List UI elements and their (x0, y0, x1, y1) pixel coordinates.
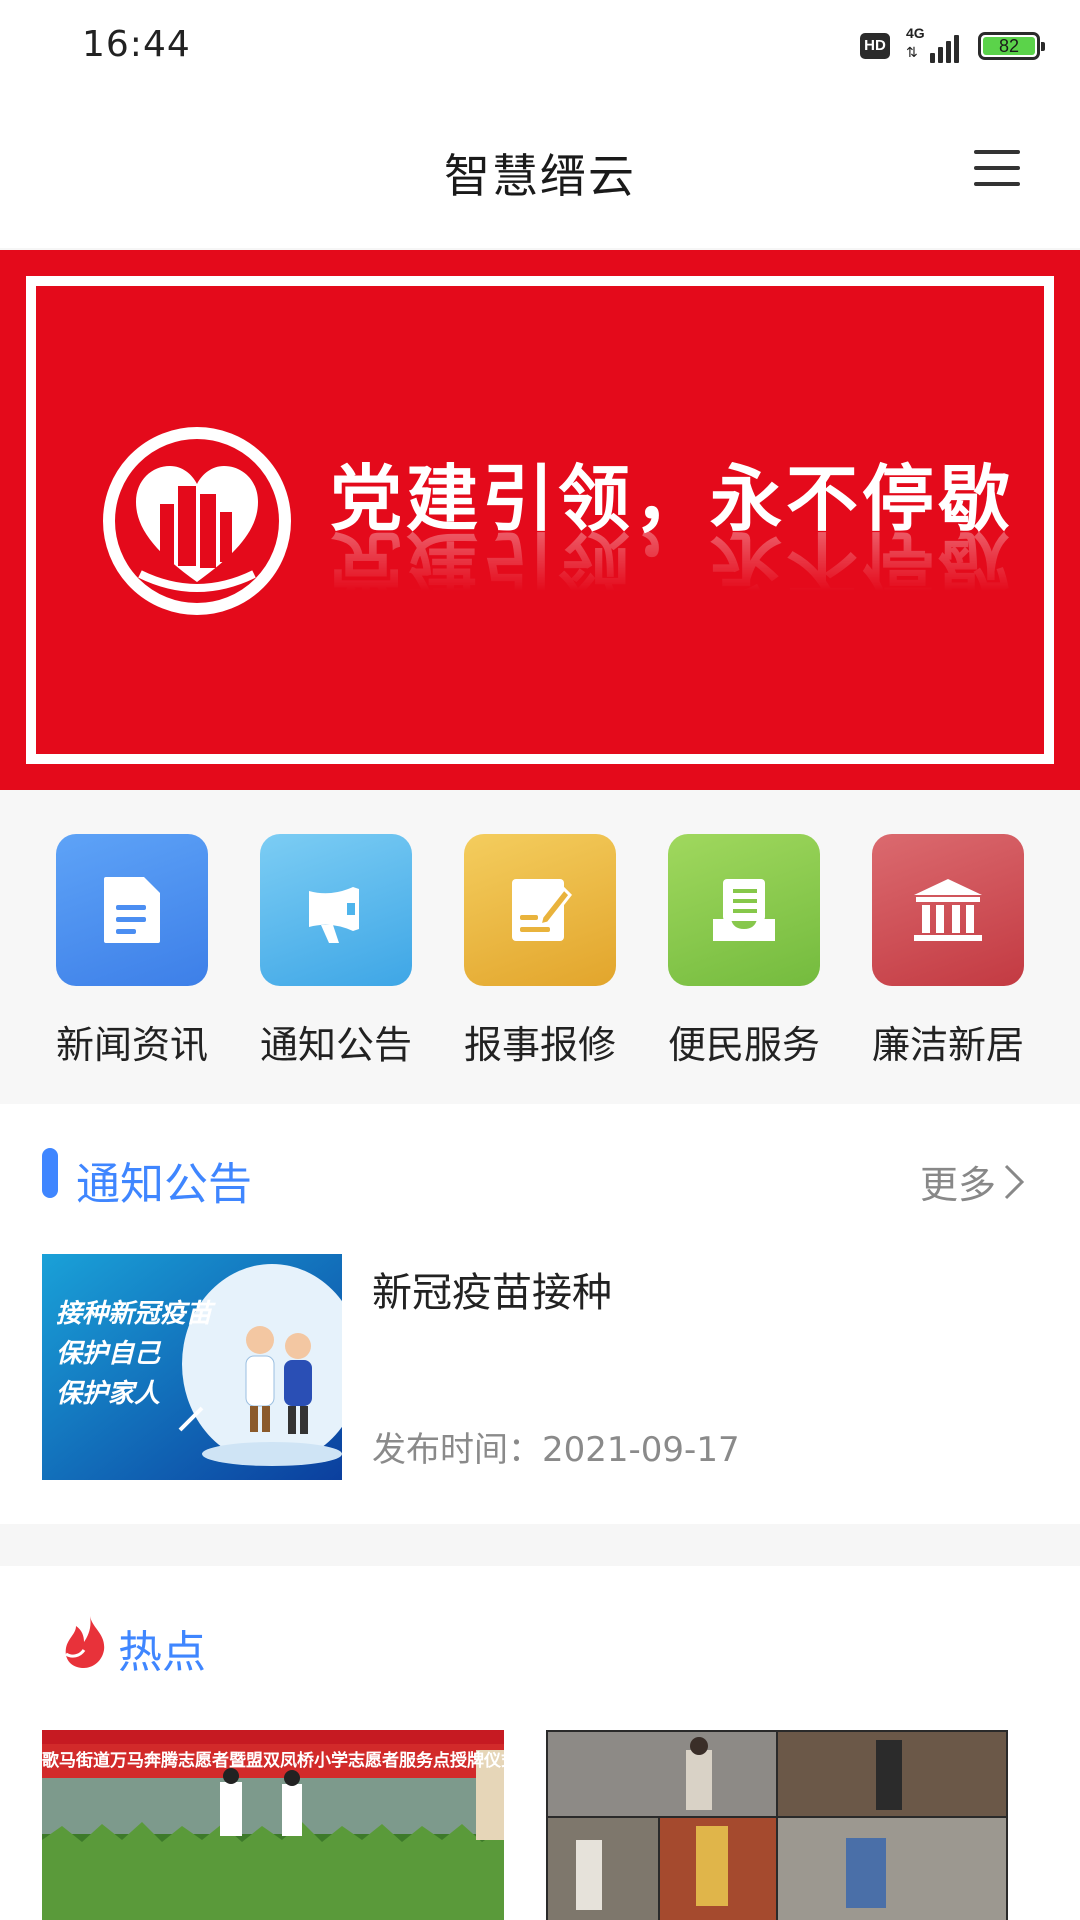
data-arrows-icon: ⇅ (906, 45, 918, 61)
nav-item-integrity[interactable]: 廉洁新居 (858, 834, 1038, 1069)
signal-bar (938, 47, 943, 63)
integrity-tile (872, 834, 1024, 986)
hot-section: 热点 歌马街道万马奔腾志愿者暨盟双凤桥小学志愿者服务点授牌仪式 (0, 1566, 1080, 1920)
notice-thumbnail: 接种新冠疫苗 保护自己 保护家人 (42, 1254, 342, 1480)
poster-line: 接种新冠疫苗 (56, 1299, 213, 1329)
nav-item-news[interactable]: 新闻资讯 (42, 834, 222, 1069)
poster-line: 保护家人 (56, 1379, 161, 1409)
notice-title: 新冠疫苗接种 (372, 1270, 612, 1316)
hd-icon: HD (860, 33, 890, 59)
megaphone-icon (309, 887, 359, 943)
notice-tile (260, 834, 412, 986)
nav-item-service[interactable]: 便民服务 (654, 834, 834, 1069)
more-label: 更多 (919, 1163, 996, 1207)
party-heart-logo-icon (103, 427, 291, 615)
nav-label: 报事报修 (463, 1023, 616, 1067)
nav-label: 便民服务 (667, 1023, 820, 1067)
nav-item-notice[interactable]: 通知公告 (246, 834, 426, 1069)
signal-bar (930, 53, 935, 63)
battery-tip (1041, 42, 1045, 51)
banner-carousel[interactable]: 党建引领，永不停歇 党建引领，永不停歇 (0, 250, 1080, 790)
bank-building-icon (914, 879, 982, 941)
edit-note-icon (512, 879, 572, 941)
poster-caption: 接种新冠疫苗 保护自己 保护家人 (56, 1294, 212, 1414)
battery-level: 82 (983, 37, 1035, 55)
signal-bar (946, 41, 951, 63)
page-title: 智慧缙云 (444, 149, 636, 203)
section-accent-bar (42, 1148, 58, 1198)
volunteer-collage-photo (546, 1730, 1008, 1920)
document-icon (104, 877, 160, 943)
hot-card[interactable]: 歌马街道万马奔腾志愿者暨盟双凤桥小学志愿者服务点授牌仪式 (42, 1730, 504, 1920)
status-bar: 16:44 HD 4G ⇅ 82 (0, 0, 1080, 96)
nav-item-repair[interactable]: 报事报修 (450, 834, 630, 1069)
chevron-right-icon (1004, 1164, 1025, 1199)
more-link[interactable]: 更多 (920, 1154, 1026, 1209)
section-title: 通知公告 (76, 1159, 252, 1210)
hamburger-menu-icon[interactable] (974, 148, 1020, 188)
signal-bar (954, 35, 959, 63)
poster-line: 保护自己 (56, 1339, 161, 1369)
nav-label: 新闻资讯 (55, 1023, 208, 1067)
app-screen: 16:44 HD 4G ⇅ 82 智慧缙云 党建引领，永不停歇 党建引领，永不停… (0, 0, 1080, 1920)
app-header: 智慧缙云 (0, 96, 1080, 248)
photo-banner-text: 歌马街道万马奔腾志愿者暨盟双凤桥小学志愿者服务点授牌仪式 (42, 1751, 504, 1771)
nav-label: 廉洁新居 (871, 1023, 1024, 1067)
notice-list-item[interactable]: 接种新冠疫苗 保护自己 保护家人 新冠疫苗接种 发布时间：2021-09-17 (42, 1254, 1042, 1480)
notice-section: 通知公告 更多 接种新冠疫苗 保护自己 保护家人 新冠疫苗接种 发布时间：202… (0, 1104, 1080, 1524)
inbox-list-icon (713, 879, 775, 941)
quick-nav-grid: 新闻资讯 通知公告 报事报修 便民服务 廉洁新居 (0, 790, 1080, 1104)
section-title: 热点 (118, 1627, 206, 1678)
news-tile (56, 834, 208, 986)
network-type-label: 4G (906, 25, 925, 41)
status-time: 16:44 (82, 24, 191, 65)
hot-card[interactable] (546, 1730, 1008, 1920)
repair-tile (464, 834, 616, 986)
service-tile (668, 834, 820, 986)
flame-icon (65, 1616, 105, 1668)
status-indicators: HD 4G ⇅ 82 (860, 25, 1045, 64)
notice-date: 发布时间：2021-09-17 (372, 1430, 740, 1470)
cellular-signal-icon: 4G ⇅ (904, 25, 964, 63)
nav-label: 通知公告 (259, 1023, 412, 1067)
banner-slogan-reflection: 党建引领，永不停歇 (330, 522, 1015, 606)
battery-icon: 82 (978, 32, 1045, 60)
